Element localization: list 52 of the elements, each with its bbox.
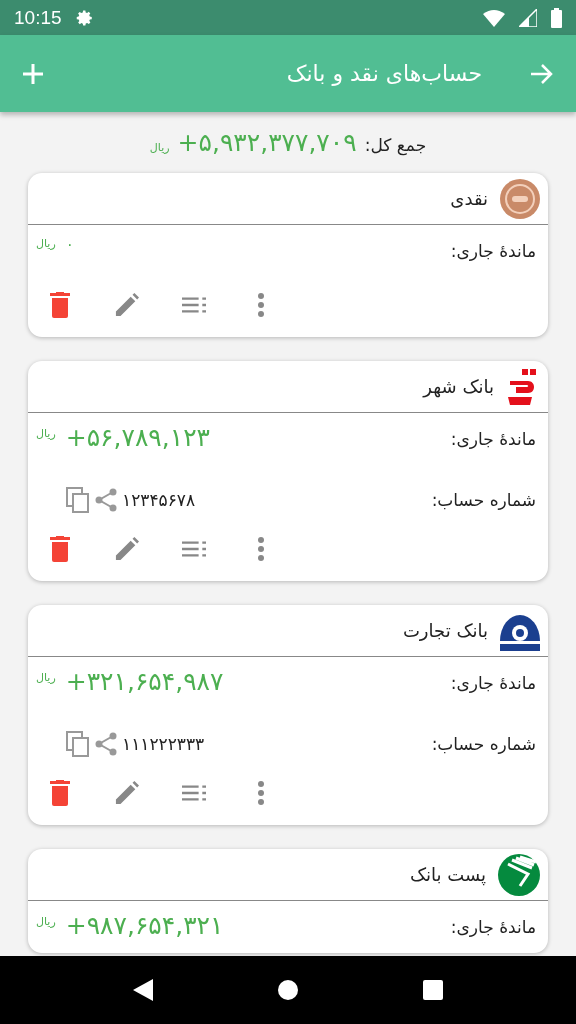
account-name: بانک شهر <box>423 376 494 397</box>
delete-icon[interactable] <box>50 292 70 318</box>
recents-button[interactable] <box>423 980 444 1000</box>
edit-icon[interactable] <box>115 780 139 806</box>
account-number: ۱۱۱۲۲۲۳۳۳ <box>122 734 205 754</box>
balance-amount: +۹۸۷,۶۵۴,۳۲۱ <box>65 911 224 940</box>
balance-amount: +۵۶,۷۸۹,۱۲۳ <box>65 423 210 452</box>
currency-unit: ریال <box>149 141 170 154</box>
back-button[interactable] <box>132 979 153 1001</box>
more-icon[interactable] <box>258 293 264 317</box>
account-name: بانک تجارت <box>402 620 488 641</box>
currency-unit: ریال <box>36 427 56 440</box>
arrow-right-icon[interactable] <box>530 62 554 85</box>
wifi-icon <box>483 8 505 27</box>
more-icon[interactable] <box>258 537 264 561</box>
settings-icon <box>75 8 94 27</box>
delete-icon[interactable] <box>50 536 70 562</box>
balance-label: ماندهٔ جاری: <box>450 673 536 693</box>
balance-amount: ۰ <box>65 235 74 253</box>
edit-icon[interactable] <box>115 292 139 318</box>
account-name: پست بانک <box>409 864 486 885</box>
list-icon[interactable] <box>182 784 206 802</box>
share-icon[interactable] <box>94 488 118 512</box>
balance-amount: +۳۲۱,۶۵۴,۹۸۷ <box>65 667 224 696</box>
balance-label: ماندهٔ جاری: <box>450 429 536 449</box>
signal-icon <box>519 8 537 27</box>
app-title: حساب‌های نقد و بانک <box>286 61 482 86</box>
copy-icon[interactable] <box>66 731 90 757</box>
currency-unit: ریال <box>36 915 56 928</box>
add-icon[interactable] <box>22 62 44 85</box>
share-icon[interactable] <box>94 732 118 756</box>
balance-label: ماندهٔ جاری: <box>450 917 536 937</box>
currency-unit: ریال <box>36 671 56 684</box>
list-icon[interactable] <box>182 540 206 558</box>
account-name: نقدی <box>450 188 488 209</box>
coin-logo-icon <box>500 178 540 219</box>
more-icon[interactable] <box>258 781 264 805</box>
account-number: ۱۲۳۴۵۶۷۸ <box>122 490 196 510</box>
battery-icon <box>551 7 562 28</box>
currency-unit: ریال <box>36 237 56 250</box>
bank-logo-icon <box>498 853 540 896</box>
total-label: جمع کل: <box>364 135 427 155</box>
list-icon[interactable] <box>182 296 206 314</box>
delete-icon[interactable] <box>50 780 70 806</box>
copy-icon[interactable] <box>66 487 90 513</box>
balance-label: ماندهٔ جاری: <box>450 241 536 261</box>
home-button[interactable] <box>278 980 298 1000</box>
status-time: 10:15 <box>14 6 62 29</box>
total-amount: +۵,۹۳۲,۳۷۷,۷۰۹ <box>177 128 357 157</box>
edit-icon[interactable] <box>115 536 139 562</box>
account-number-label: شماره حساب: <box>431 734 536 754</box>
account-number-label: شماره حساب: <box>431 490 536 510</box>
